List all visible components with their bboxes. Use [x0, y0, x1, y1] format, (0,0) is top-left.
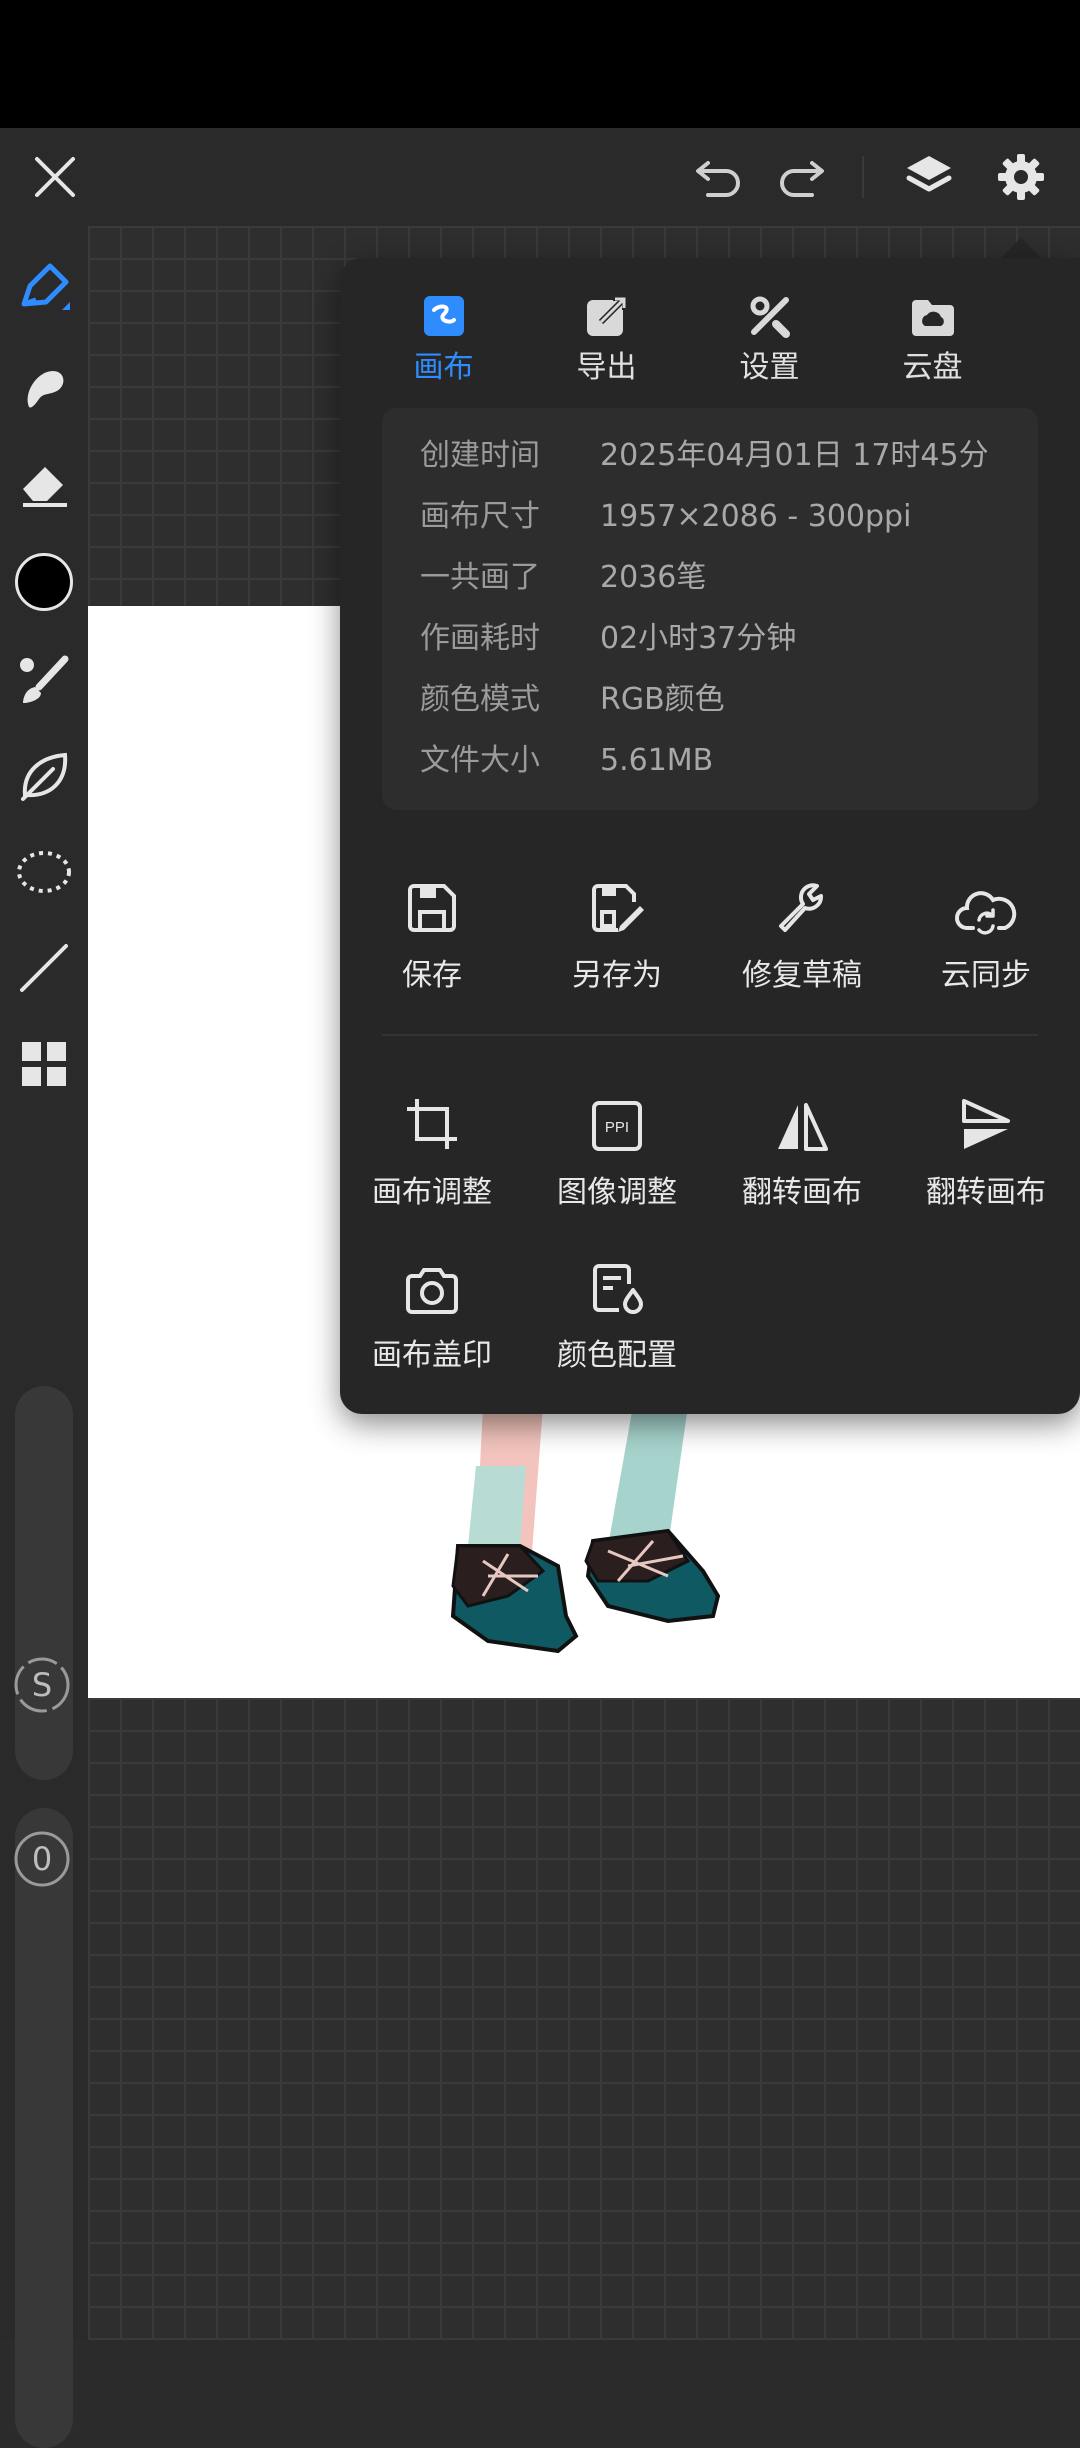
info-value: 2036笔: [600, 560, 707, 595]
info-key: 颜色模式: [420, 682, 540, 717]
color-swatch[interactable]: [0, 542, 88, 622]
layers-icon[interactable]: [884, 128, 974, 226]
left-toolbar: S 0: [0, 226, 88, 2448]
tab-cloud-drive-label: 云盘: [902, 350, 963, 385]
repair-draft-label: 修复草稿: [742, 958, 862, 993]
canvas-stamp-label: 画布盖印: [372, 1338, 492, 1373]
export-icon: [525, 282, 688, 338]
undo-icon[interactable]: [674, 128, 764, 226]
image-adjust-button[interactable]: PPI 图像调整: [527, 1083, 707, 1223]
brush-size-slider[interactable]: [15, 1386, 73, 1780]
flip-vertical-label: 翻转画布: [926, 1175, 1046, 1210]
tab-export[interactable]: 导出: [525, 282, 688, 385]
brush-icon[interactable]: [0, 640, 88, 720]
lasso-icon[interactable]: [0, 832, 88, 912]
cloud-sync-label: 云同步: [941, 958, 1031, 993]
info-value: 2025年04月01日 17时45分: [600, 438, 989, 473]
crop-icon: [342, 1083, 522, 1153]
line-icon[interactable]: [0, 928, 88, 1008]
tab-settings[interactable]: 设置: [688, 282, 851, 385]
flip-vertical-icon: [896, 1083, 1076, 1153]
info-value: RGB颜色: [600, 682, 725, 717]
top-bar: [0, 128, 1080, 226]
info-row-size: 画布尺寸 1957×2086 - 300ppi: [420, 487, 1020, 547]
ppi-icon: PPI: [527, 1083, 707, 1153]
info-key: 作画耗时: [420, 621, 540, 656]
panel-divider: [382, 1034, 1038, 1036]
info-value: 02小时37分钟: [600, 621, 797, 656]
info-key: 画布尺寸: [420, 499, 540, 534]
redo-icon[interactable]: [756, 128, 846, 226]
save-label: 保存: [402, 958, 462, 993]
tab-canvas[interactable]: 画布: [362, 282, 525, 385]
cloud-sync-icon: [896, 866, 1076, 936]
save-as-icon: [527, 866, 707, 936]
grid-icon[interactable]: [0, 1024, 88, 1104]
info-row-time: 作画耗时 02小时37分钟: [420, 609, 1020, 669]
save-as-label: 另存为: [572, 958, 662, 993]
status-bar: [0, 0, 1080, 128]
opacity-slider[interactable]: [15, 1808, 73, 2448]
info-key: 一共画了: [420, 560, 540, 595]
camera-icon: [342, 1246, 522, 1316]
settings-tools-icon: [688, 282, 851, 338]
color-profile-label: 颜色配置: [557, 1338, 677, 1373]
tab-canvas-label: 画布: [413, 350, 474, 385]
info-row-color-mode: 颜色模式 RGB颜色: [420, 670, 1020, 730]
info-row-file-size: 文件大小 5.61MB: [420, 731, 1020, 791]
canvas-adjust-button[interactable]: 画布调整: [342, 1083, 522, 1223]
info-value: 1957×2086 - 300ppi: [600, 499, 912, 534]
pen-icon[interactable]: [0, 248, 88, 328]
tab-settings-label: 设置: [739, 350, 800, 385]
color-profile-button[interactable]: 颜色配置: [527, 1246, 707, 1386]
info-value: 5.61MB: [600, 743, 714, 778]
tab-export-label: 导出: [576, 350, 637, 385]
save-as-button[interactable]: 另存为: [527, 866, 707, 1006]
info-key: 文件大小: [420, 743, 540, 778]
canvas-icon: [362, 282, 525, 338]
save-button[interactable]: 保存: [342, 866, 522, 1006]
toolbar-divider: [862, 156, 864, 198]
canvas-info: 创建时间 2025年04月01日 17时45分 画布尺寸 1957×2086 -…: [382, 408, 1038, 810]
wrench-icon: [712, 866, 892, 936]
canvas-stamp-button[interactable]: 画布盖印: [342, 1246, 522, 1386]
brush-size-knob[interactable]: S: [13, 1656, 71, 1714]
tab-cloud-drive[interactable]: 云盘: [851, 282, 1014, 385]
info-row-strokes: 一共画了 2036笔: [420, 548, 1020, 608]
canvas-adjust-label: 画布调整: [372, 1175, 492, 1210]
canvas-menu-panel: 画布 导出 设置 云盘 创建时间 2025年04月01日 17时45分 画布尺寸…: [340, 258, 1080, 1414]
save-icon: [342, 866, 522, 936]
smudge-icon[interactable]: [0, 348, 88, 428]
flip-horizontal-icon: [712, 1083, 892, 1153]
leaf-icon[interactable]: [0, 736, 88, 816]
flip-horizontal-button[interactable]: 翻转画布: [712, 1083, 892, 1223]
image-adjust-label: 图像调整: [557, 1175, 677, 1210]
svg-text:PPI: PPI: [605, 1119, 629, 1136]
info-row-created: 创建时间 2025年04月01日 17时45分: [420, 426, 1020, 486]
flip-horizontal-label: 翻转画布: [742, 1175, 862, 1210]
close-icon[interactable]: [10, 128, 100, 226]
cloud-sync-button[interactable]: 云同步: [896, 866, 1076, 1006]
gear-icon[interactable]: [976, 128, 1066, 226]
flip-vertical-button[interactable]: 翻转画布: [896, 1083, 1076, 1223]
opacity-knob[interactable]: 0: [13, 1830, 71, 1888]
eraser-icon[interactable]: [0, 444, 88, 524]
repair-draft-button[interactable]: 修复草稿: [712, 866, 892, 1006]
info-key: 创建时间: [420, 438, 540, 473]
color-profile-icon: [527, 1246, 707, 1316]
cloud-drive-icon: [851, 282, 1014, 338]
